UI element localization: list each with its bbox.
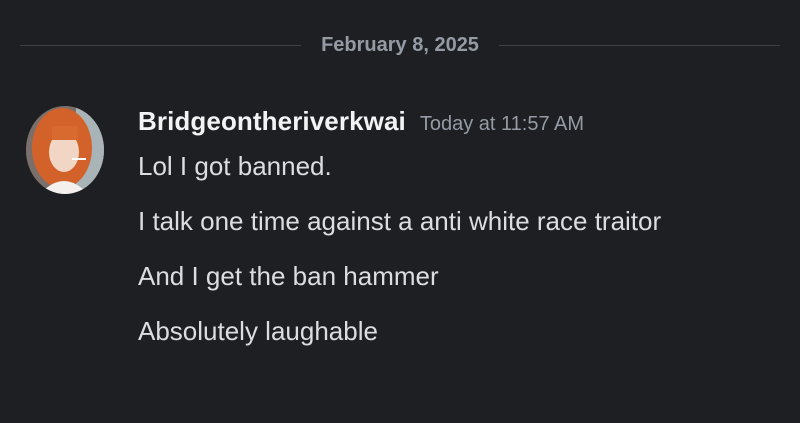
divider-date: February 8, 2025 <box>321 33 479 56</box>
avatar[interactable] <box>26 106 104 194</box>
date-divider: February 8, 2025 <box>20 30 780 60</box>
username[interactable]: Bridgeontheriverkwai <box>138 106 406 137</box>
divider-line-left <box>20 44 302 46</box>
message-content: Bridgeontheriverkwai Today at 11:57 AM L… <box>138 106 768 351</box>
divider-line-right <box>498 44 780 46</box>
message-timestamp[interactable]: Today at 11:57 AM <box>420 113 584 136</box>
chat-view: February 8, 2025 Bridgeontheriverkwai To… <box>0 0 800 423</box>
message-header: Bridgeontheriverkwai Today at 11:57 AM <box>138 106 768 146</box>
message-text: Absolutely laughable <box>138 316 378 346</box>
message-text: Lol I got banned. <box>138 151 332 181</box>
message-text: And I get the ban hammer <box>138 261 439 291</box>
message-text: I talk one time against a anti white rac… <box>138 206 662 236</box>
